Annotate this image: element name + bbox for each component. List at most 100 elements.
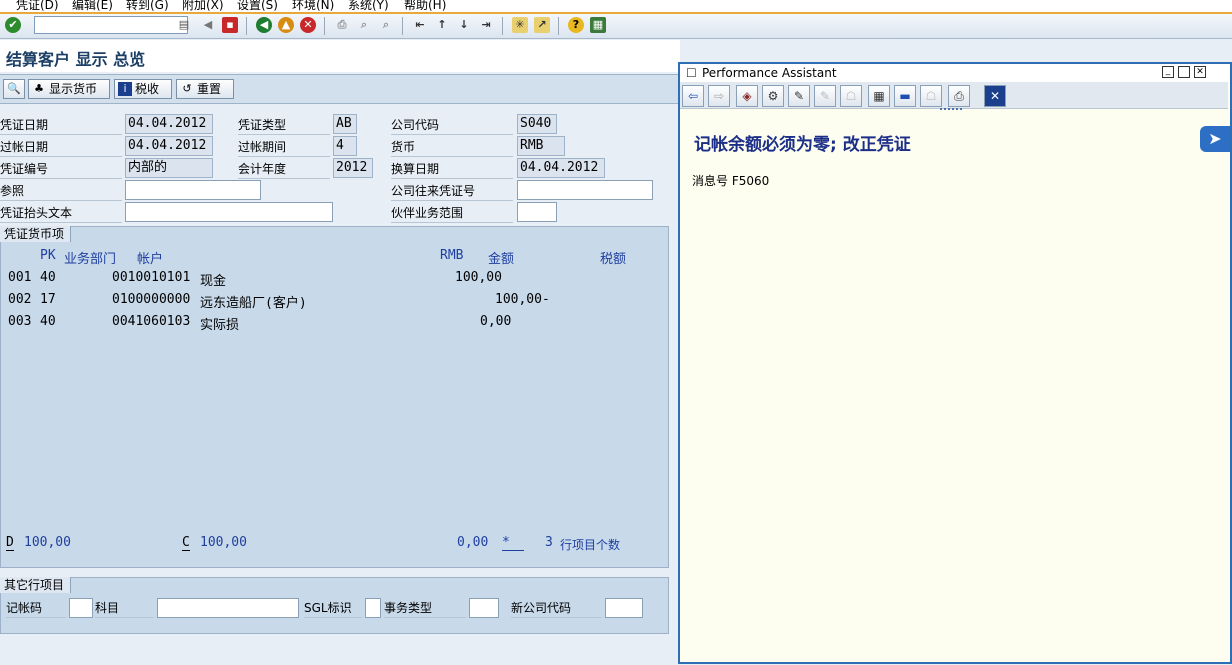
find-icon[interactable]: ⌕ (356, 17, 372, 33)
menu-goto[interactable]: 转到(G) (126, 0, 169, 12)
col-pk: PK (40, 248, 56, 263)
shortcut-icon[interactable]: ↗ (534, 17, 550, 33)
pa-print-icon[interactable]: ⎙ (948, 85, 970, 107)
menu-edit[interactable]: 编辑(E) (72, 0, 113, 12)
separator (502, 17, 503, 35)
intercompany-field[interactable] (517, 180, 653, 200)
translation-date-field[interactable]: 04.04.2012 (517, 158, 605, 178)
row-account-name: 实际损 (200, 318, 240, 333)
side-panel-toggle-icon[interactable]: ➤ (1200, 126, 1230, 152)
doc-date-label: 凭证日期 (0, 117, 122, 135)
pa-message: 记帐余额必须为零; 改正凭证 (694, 135, 911, 155)
pa-link-icon[interactable]: ▬ (894, 85, 916, 107)
layout-menu-icon[interactable]: ▦ (590, 17, 606, 33)
pa-glossary-icon[interactable]: ✎ (814, 85, 836, 107)
last-page-icon[interactable]: ⇥ (478, 17, 494, 33)
pa-close-icon[interactable]: ✕ (984, 85, 1006, 107)
pa-settings-icon[interactable]: ☖ (920, 85, 942, 107)
fiscal-year-label: 会计年度 (238, 161, 330, 179)
new-session-icon[interactable]: ✳ (512, 17, 528, 33)
tax-button[interactable]: i 税收 (114, 79, 172, 99)
new-company-field[interactable] (605, 598, 643, 618)
hierarchy-icon: ♣ (34, 82, 44, 95)
menu-system[interactable]: 系统(Y) (348, 0, 389, 12)
print-icon[interactable]: ⎙ (334, 17, 350, 33)
credit-total: 100,00 (200, 535, 247, 550)
currency-label: 货币 (391, 139, 513, 157)
pa-book-icon[interactable]: ◈ (736, 85, 758, 107)
details-button[interactable]: 🔍 (3, 79, 25, 99)
maximize-icon[interactable] (1178, 66, 1190, 78)
menu-environment[interactable]: 环境(N) (292, 0, 334, 12)
row-posting-key: 17 (40, 292, 56, 307)
menu-help[interactable]: 帮助(H) (404, 0, 446, 12)
posting-date-field[interactable]: 04.04.2012 (125, 136, 213, 156)
minimize-icon[interactable]: _ (1162, 66, 1174, 78)
menu-document[interactable]: 凭证(D) (16, 0, 59, 12)
row-posting-key: 40 (40, 314, 56, 329)
fiscal-year-field[interactable]: 2012 (333, 158, 373, 178)
row-account: 0010010101 (112, 270, 191, 285)
debit-total: 100,00 (24, 535, 71, 550)
doc-date-field[interactable]: 04.04.2012 (125, 114, 213, 134)
find-next-icon[interactable]: ⌕ (378, 17, 394, 33)
command-history-icon[interactable]: ▤ (176, 17, 192, 33)
posting-key-field[interactable] (69, 598, 93, 618)
pa-forward-icon[interactable]: ⇨ (708, 85, 730, 107)
row-account: 0100000000 (112, 292, 191, 307)
standard-toolbar: ✔ ▤ ◀ ▪ ◀ ▲ ✕ ⎙ ⌕ ⌕ ⇤ ↑ ↓ ⇥ ✳ ↗ ? ▦ (0, 14, 1232, 39)
transaction-type-field[interactable] (469, 598, 499, 618)
separator (558, 17, 559, 35)
previous-page-icon[interactable]: ↑ (434, 17, 450, 33)
pa-title-bar: ☐ Performance Assistant _ ✕ (680, 64, 1228, 82)
page-title: 结算客户 显示 总览 (6, 50, 146, 69)
sgl-field[interactable] (365, 598, 381, 618)
pa-bookmark-icon[interactable]: ☖ (840, 85, 862, 107)
header-text-field[interactable] (125, 202, 333, 222)
pa-toolbar: ⇦ ⇨ ◈ ⚙ ✎ ✎ ☖ ▦ ▬ ☖ ⎙ ✕ (680, 82, 1228, 109)
first-page-icon[interactable]: ⇤ (412, 17, 428, 33)
display-currency-button[interactable]: ♣ 显示货币 (28, 79, 110, 99)
cancel-icon[interactable]: ✕ (300, 17, 316, 33)
save-icon[interactable]: ▪ (222, 17, 238, 33)
pa-edit-icon[interactable]: ✎ (788, 85, 810, 107)
help-icon[interactable]: ? (568, 17, 584, 33)
period-field[interactable]: 4 (333, 136, 357, 156)
menu-settings[interactable]: 设置(S) (237, 0, 278, 12)
reference-field[interactable] (125, 180, 261, 200)
application-toolbar: 🔍 ♣ 显示货币 i 税收 ↺ 重置 (0, 74, 680, 104)
enter-check-icon[interactable]: ✔ (5, 17, 21, 33)
doc-number-field[interactable]: 内部的 (125, 158, 213, 178)
separator (324, 17, 325, 35)
sgl-label: SGL标识 (304, 600, 362, 618)
reset-button[interactable]: ↺ 重置 (176, 79, 234, 99)
command-field[interactable] (34, 16, 188, 34)
col-amount: 金额 (488, 252, 515, 267)
next-page-icon[interactable]: ↓ (456, 17, 472, 33)
company-code-label: 公司代码 (391, 117, 513, 135)
exit-icon[interactable]: ▲ (278, 17, 294, 33)
close-icon[interactable]: ✕ (1194, 66, 1206, 78)
back-icon[interactable]: ◀ (256, 17, 272, 33)
company-code-field[interactable]: S040 (517, 114, 557, 134)
header-text-label: 凭证抬头文本 (0, 205, 122, 223)
col-account: 帐户 (137, 252, 164, 267)
currency-field[interactable]: RMB (517, 136, 565, 156)
items-section-label: 凭证货币项 (0, 226, 72, 242)
row-account: 0041060103 (112, 314, 191, 329)
resize-grip[interactable] (940, 108, 962, 112)
partner-ba-field[interactable] (517, 202, 557, 222)
menu-extras[interactable]: 附加(X) (182, 0, 224, 12)
pa-table-icon[interactable]: ▦ (868, 85, 890, 107)
pa-window-icon: ☐ (686, 66, 697, 80)
collapse-arrow-icon[interactable]: ◀ (200, 17, 216, 33)
row-posting-key: 40 (40, 270, 56, 285)
account-field[interactable] (157, 598, 299, 618)
intercompany-label: 公司往来凭证号 (391, 183, 513, 201)
pa-back-icon[interactable]: ⇦ (682, 85, 704, 107)
row-account-name: 现金 (200, 274, 227, 289)
pa-technical-info-icon[interactable]: ⚙ (762, 85, 784, 107)
doc-type-field[interactable]: AB (333, 114, 357, 134)
reset-label: 重置 (197, 82, 222, 96)
magnifier-icon: 🔍 (7, 82, 21, 95)
